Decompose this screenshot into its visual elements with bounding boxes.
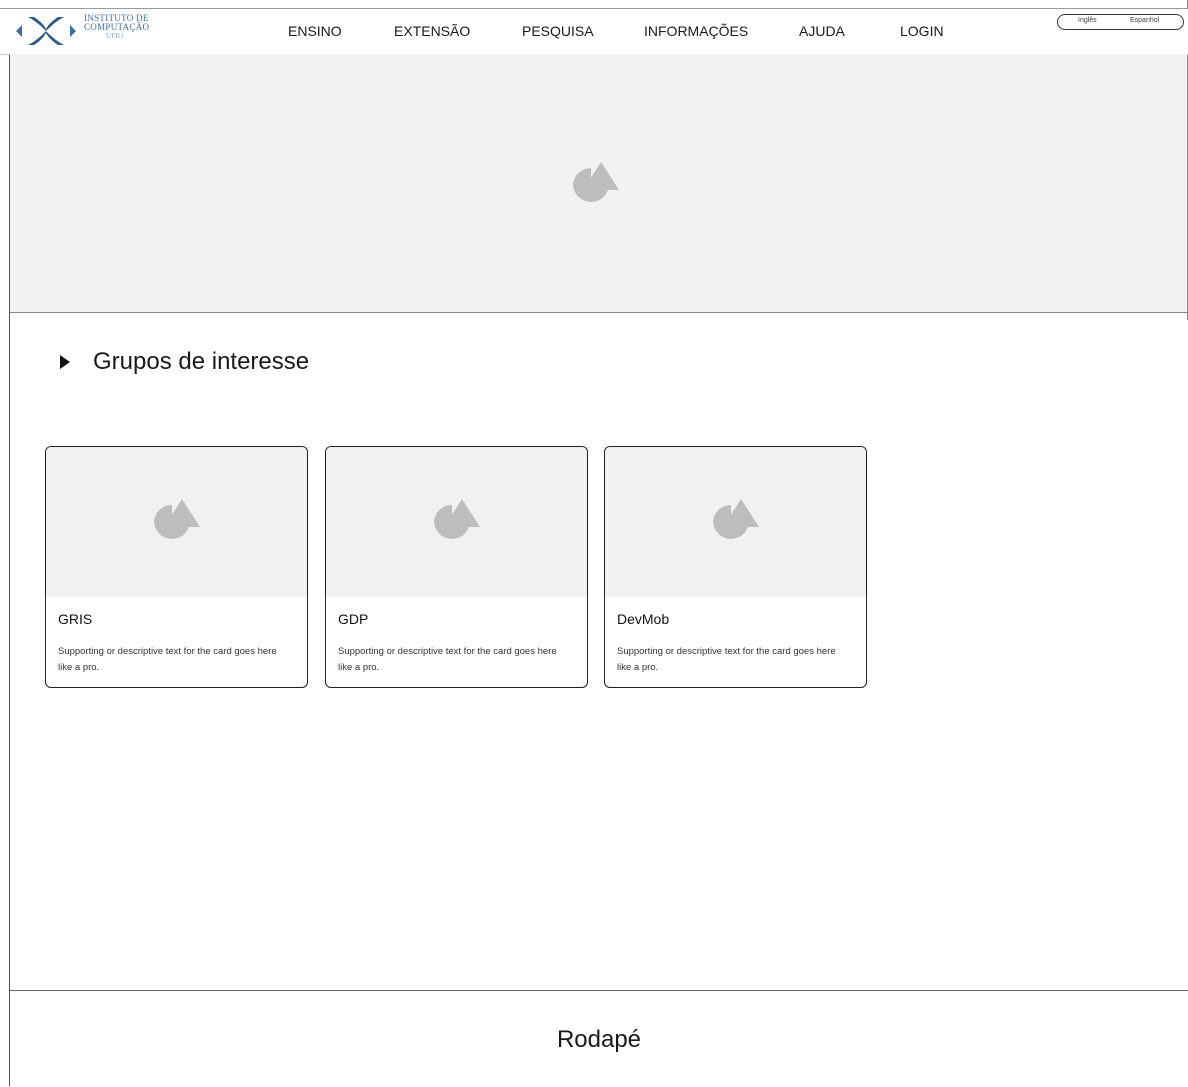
image-placeholder-icon [154, 499, 200, 539]
image-placeholder-icon [434, 499, 480, 539]
language-switcher: Inglês Espanhol [1057, 14, 1184, 30]
logo-text: INSTITUTO DE COMPUTAÇÃO UFRJ [84, 14, 174, 41]
card-text: Supporting or descriptive text for the c… [58, 646, 277, 673]
hero-banner [10, 54, 1187, 313]
card-text: Supporting or descriptive text for the c… [617, 646, 836, 673]
image-placeholder-icon [573, 162, 619, 202]
site-header: INSTITUTO DE COMPUTAÇÃO UFRJ ENSINO EXTE… [0, 9, 1188, 55]
nav-login[interactable]: LOGIN [900, 23, 944, 39]
nav-extensao[interactable]: EXTENSÃO [394, 23, 470, 39]
ic-logo-icon [16, 17, 76, 45]
footer: Rodapé [10, 990, 1188, 1087]
card-image [605, 447, 866, 597]
card-text: Supporting or descriptive text for the c… [338, 646, 557, 673]
lang-espanhol[interactable]: Espanhol [1130, 17, 1159, 24]
card-title: DevMob [617, 611, 670, 627]
logo-line2: COMPUTAÇÃO [84, 22, 150, 32]
section-title: Grupos de interesse [93, 348, 310, 375]
card-title: GDP [338, 611, 369, 627]
nav-ajuda[interactable]: AJUDA [799, 23, 845, 39]
triangle-right-icon[interactable] [60, 355, 70, 369]
logo-line3: UFRJ [106, 32, 124, 40]
card-gris[interactable]: GRIS Supporting or descriptive text for … [45, 446, 308, 688]
card-image [326, 447, 587, 597]
nav-ensino[interactable]: ENSINO [288, 23, 342, 39]
ic-logo[interactable]: INSTITUTO DE COMPUTAÇÃO UFRJ [14, 11, 164, 51]
nav-informacoes[interactable]: INFORMAÇÕES [644, 23, 748, 39]
card-title: GRIS [58, 611, 93, 627]
lang-ingles[interactable]: Inglês [1078, 17, 1097, 24]
card-devmob[interactable]: DevMob Supporting or descriptive text fo… [604, 446, 867, 688]
nav-pesquisa[interactable]: PESQUISA [522, 23, 594, 39]
footer-text: Rodapé [556, 1026, 642, 1053]
card-gdp[interactable]: GDP Supporting or descriptive text for t… [325, 446, 588, 688]
card-image [46, 447, 307, 597]
image-placeholder-icon [713, 499, 759, 539]
